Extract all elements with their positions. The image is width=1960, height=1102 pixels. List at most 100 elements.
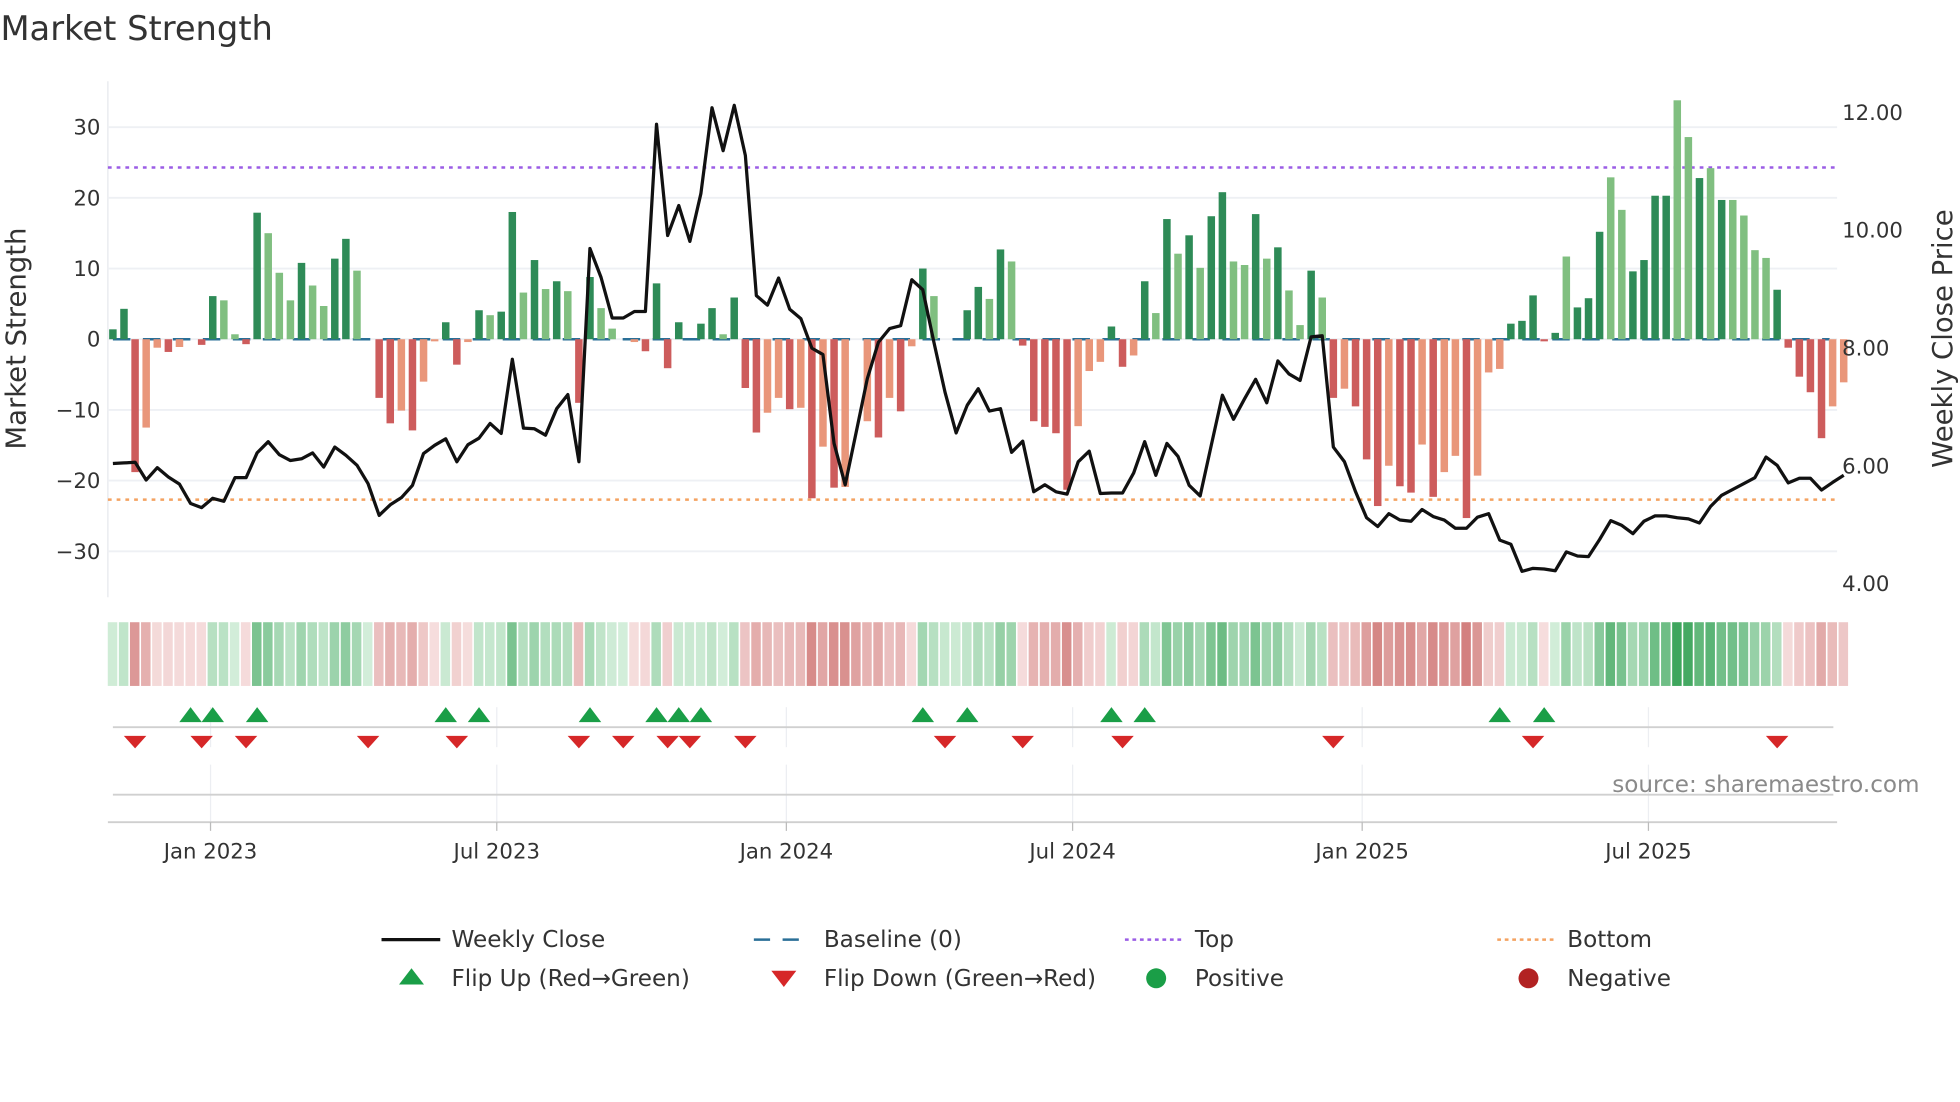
strip-cell xyxy=(984,622,994,686)
strip-cell xyxy=(950,622,961,686)
strength-bar xyxy=(242,339,250,345)
strip-cell xyxy=(340,622,351,686)
y2-tick-label: 8.00 xyxy=(1842,337,1889,362)
strength-bar xyxy=(1063,339,1071,490)
strength-bar xyxy=(1784,339,1792,348)
strength-bar xyxy=(1762,257,1770,340)
flip-down-marker xyxy=(678,735,702,749)
strip-cell xyxy=(1017,622,1028,686)
strength-bar xyxy=(1640,260,1648,340)
strip-cell xyxy=(351,622,362,686)
strength-bar xyxy=(1007,261,1016,340)
legend-label: Negative xyxy=(1567,966,1671,992)
flip-up-marker xyxy=(689,707,713,723)
strip-cell xyxy=(1428,622,1438,686)
y2-tick-label: 6.00 xyxy=(1842,454,1889,479)
strip-cell xyxy=(740,622,750,686)
strength-bar xyxy=(1174,253,1182,340)
x-axis: Jan 2023 Jul 2023 Jan 2024 Jul 2024 Jan 2025… xyxy=(107,821,1838,864)
strength-bar xyxy=(1085,339,1093,372)
strip-cell xyxy=(1638,622,1649,686)
strength-bar xyxy=(1418,339,1426,445)
strip-cell xyxy=(285,622,295,686)
legend-label: Top xyxy=(1194,927,1234,953)
strip-cell xyxy=(1760,622,1771,686)
strip-cell xyxy=(973,622,983,686)
strip-cell xyxy=(607,622,617,686)
strip-cell xyxy=(451,622,462,686)
strip-cell xyxy=(1350,622,1360,686)
strip-cell xyxy=(240,622,251,686)
strength-bar xyxy=(641,339,650,352)
strength-bar xyxy=(708,308,716,340)
strip-cell xyxy=(1073,622,1083,686)
strength-bar xyxy=(597,308,605,340)
legend-label: Weekly Close xyxy=(451,927,605,953)
strength-bar xyxy=(1518,320,1526,340)
strip-cell xyxy=(662,622,673,686)
strip-cell xyxy=(207,622,218,686)
strip-cell xyxy=(185,622,195,686)
strength-bar xyxy=(430,339,439,342)
strength-bar xyxy=(153,339,162,348)
strength-bar xyxy=(1618,209,1626,340)
flip-up-marker xyxy=(245,707,269,723)
strip-cell xyxy=(263,622,273,686)
strength-bar xyxy=(797,339,805,408)
strip-cell xyxy=(1716,622,1727,686)
strength-bar xyxy=(552,281,561,340)
flip-up-marker xyxy=(1488,707,1512,723)
x-tick-label: Jul 2023 xyxy=(452,839,540,864)
strip-cell xyxy=(473,622,484,686)
strength-bar xyxy=(164,339,173,352)
strip-cell xyxy=(1294,622,1305,686)
strip-cell xyxy=(1283,622,1294,686)
strip-cell xyxy=(962,622,972,686)
strip-cell xyxy=(1405,622,1416,686)
flip-up-marker xyxy=(1532,707,1556,723)
strength-bar xyxy=(785,339,794,410)
strip-cell xyxy=(1394,622,1405,686)
strip-cell xyxy=(496,622,506,686)
flip-down-marker xyxy=(1011,735,1034,749)
strip-cell xyxy=(296,622,306,686)
strip-cell xyxy=(1150,622,1161,686)
strip-cell xyxy=(274,622,284,686)
strip-cell xyxy=(1494,622,1505,686)
legend-triangle-up-icon xyxy=(399,968,425,985)
strength-bar xyxy=(142,339,150,428)
x-tick-label: Jan 2025 xyxy=(1313,839,1409,864)
legend-circle-icon xyxy=(1518,968,1539,989)
strip-cell xyxy=(163,622,173,686)
y-tick-label: −30 xyxy=(56,540,101,565)
strength-bar xyxy=(1795,339,1804,377)
y-tick-label: −10 xyxy=(56,398,101,423)
strip-cell xyxy=(1838,622,1849,686)
strength-bar xyxy=(1096,339,1105,362)
strength-bar xyxy=(1717,199,1726,340)
strip-cell xyxy=(152,622,162,686)
strength-bar xyxy=(353,270,361,340)
strip-cell xyxy=(1550,622,1560,686)
strip-cell xyxy=(851,622,861,686)
strength-bar xyxy=(1695,178,1704,340)
strength-bar xyxy=(1385,339,1393,466)
strength-bar xyxy=(1152,313,1160,340)
flip-up-marker xyxy=(955,707,979,723)
strength-bar xyxy=(1706,168,1715,340)
strip-cell xyxy=(1217,622,1227,686)
strength-bar xyxy=(985,298,994,340)
strength-bar xyxy=(1817,339,1826,439)
strip-cell xyxy=(618,622,628,686)
strength-bar xyxy=(1163,219,1171,340)
strip-cell xyxy=(1061,622,1072,686)
strength-bar xyxy=(974,286,983,340)
strength-bar xyxy=(197,339,206,345)
strength-bar xyxy=(1595,231,1604,340)
strip-cell xyxy=(1794,622,1804,686)
flip-up-marker xyxy=(578,707,602,723)
y-tick-label: 0 xyxy=(87,328,101,353)
strip-cell xyxy=(1128,622,1139,686)
strength-bar xyxy=(286,300,295,340)
strip-cell xyxy=(1605,622,1616,686)
